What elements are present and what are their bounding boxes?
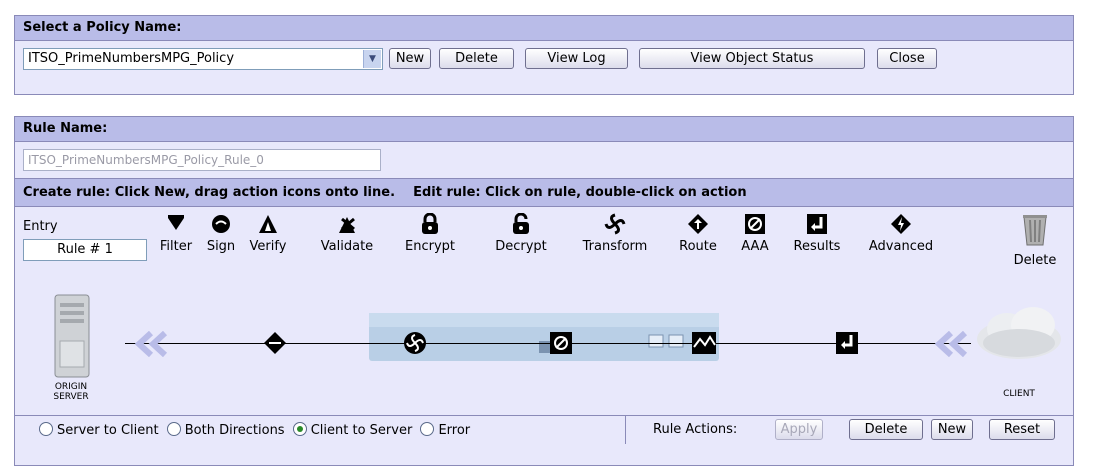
origin-label-line-1: ORIGIN [54, 382, 88, 392]
advanced-icon [891, 214, 911, 234]
policy-toolbar: ITSO_PrimeNumbersMPG_Policy ▼ New Delete… [15, 41, 1073, 77]
radio-label: Server to Client [57, 423, 159, 438]
new-rule-button[interactable]: New [931, 419, 973, 440]
tool-label: Sign [206, 239, 236, 254]
policy-select[interactable]: ITSO_PrimeNumbersMPG_Policy ▼ [23, 48, 383, 70]
rule-panel: Rule Name: ITSO_PrimeNumbersMPG_Policy_R… [14, 116, 1074, 466]
radio-server-to-client[interactable]: Server to Client [39, 422, 159, 438]
chevron-down-icon[interactable]: ▼ [363, 50, 381, 68]
encrypt-icon [422, 213, 438, 234]
tool-filter[interactable]: Filter [155, 213, 197, 254]
footer-divider [625, 416, 626, 444]
reset-button[interactable]: Reset [989, 419, 1055, 440]
radio-both-directions[interactable]: Both Directions [166, 422, 285, 438]
verify-icon [259, 215, 277, 233]
match-node-icon[interactable] [263, 331, 287, 355]
delete-policy-button[interactable]: Delete [439, 48, 514, 69]
policy-panel: Select a Policy Name: ITSO_PrimeNumbersM… [14, 15, 1074, 95]
view-log-button[interactable]: View Log [525, 48, 628, 69]
tool-label: Advanced [868, 239, 934, 254]
validate-icon [339, 217, 355, 233]
decrypt-icon [513, 213, 529, 234]
tool-sign[interactable]: Sign [203, 213, 239, 254]
client-cloud-icon [977, 307, 1061, 359]
radio-circle[interactable] [39, 422, 53, 436]
delete-rule-button[interactable]: Delete [849, 419, 923, 440]
tool-encrypt[interactable]: Encrypt [399, 213, 461, 254]
direction-arrow-right-icon [935, 331, 968, 357]
results-icon [807, 214, 827, 234]
tool-label: Route [679, 239, 717, 254]
rule-name-header: Rule Name: [15, 117, 1073, 142]
delete-drop-target[interactable]: Delete [1005, 213, 1065, 268]
direction-arrow-left-icon [135, 331, 168, 357]
origin-server-icon [54, 294, 90, 378]
filter-icon [168, 215, 184, 230]
radio-circle[interactable] [166, 422, 181, 436]
transform-node-icon[interactable] [403, 331, 427, 355]
tool-label: AAA [741, 239, 769, 254]
radio-circle[interactable] [420, 422, 435, 436]
origin-label-line-2: SERVER [53, 392, 89, 402]
tool-transform[interactable]: Transform [571, 213, 659, 254]
direction-radio-group: Server to Client Both Directions Client … [39, 422, 470, 438]
radio-client-to-server[interactable]: Client to Server [292, 422, 413, 438]
policy-select-value: ITSO_PrimeNumbersMPG_Policy [28, 51, 235, 66]
client-label: CLIENT [1003, 389, 1035, 399]
radio-label: Both Directions [184, 423, 285, 438]
radio-circle[interactable] [292, 422, 307, 436]
rule-name-field[interactable]: ITSO_PrimeNumbersMPG_Policy_Rule_0 [23, 149, 381, 171]
tool-label: Decrypt [495, 239, 547, 254]
validate-node-icon[interactable] [691, 331, 717, 355]
rule-instructions: Create rule: Click New, drag action icon… [15, 179, 1073, 207]
radio-label: Error [438, 423, 471, 438]
entry-rule-field[interactable]: Rule # 1 [23, 239, 147, 261]
tool-decrypt[interactable]: Decrypt [489, 213, 553, 254]
aaa-node-icon[interactable] [549, 331, 573, 355]
tool-results[interactable]: Results [785, 213, 849, 254]
tool-aaa[interactable]: AAA [735, 213, 775, 254]
tool-advanced[interactable]: Advanced [857, 213, 945, 254]
rule-actions-label-text: Rule Actions: [653, 422, 738, 437]
tool-verify[interactable]: Verify [245, 213, 291, 254]
aaa-icon [745, 214, 765, 234]
tool-label: Transform [582, 239, 648, 254]
entry-label: Entry [23, 219, 58, 234]
route-icon [688, 214, 708, 234]
tool-label: Results [793, 239, 841, 254]
new-policy-button[interactable]: New [389, 48, 431, 69]
rule-footer: Server to Client Both Directions Client … [15, 415, 1073, 444]
tool-label: Validate [320, 239, 374, 254]
tool-validate[interactable]: Validate [315, 213, 379, 254]
trash-icon [1023, 215, 1047, 246]
tool-route[interactable]: Route [675, 213, 721, 254]
rule-name-row: ITSO_PrimeNumbersMPG_Policy_Rule_0 [15, 142, 1073, 179]
view-object-status-button[interactable]: View Object Status [639, 48, 865, 69]
radio-label: Client to Server [310, 423, 413, 438]
radio-error[interactable]: Error [420, 422, 471, 438]
tool-label: Verify [249, 239, 287, 254]
origin-server-label: ORIGIN SERVER [45, 382, 97, 402]
policy-header: Select a Policy Name: [15, 16, 1073, 41]
transform-icon [604, 213, 626, 235]
delete-label: Delete [1013, 253, 1057, 268]
tool-label: Encrypt [405, 239, 455, 254]
apply-button[interactable]: Apply [775, 419, 823, 440]
tool-label: Filter [159, 239, 193, 254]
sign-icon [212, 215, 230, 233]
results-node-icon[interactable] [835, 331, 859, 355]
rule-editor-area: Entry Rule # 1 Filter Sign Verify Valida… [15, 207, 1073, 415]
close-button[interactable]: Close [877, 48, 937, 69]
